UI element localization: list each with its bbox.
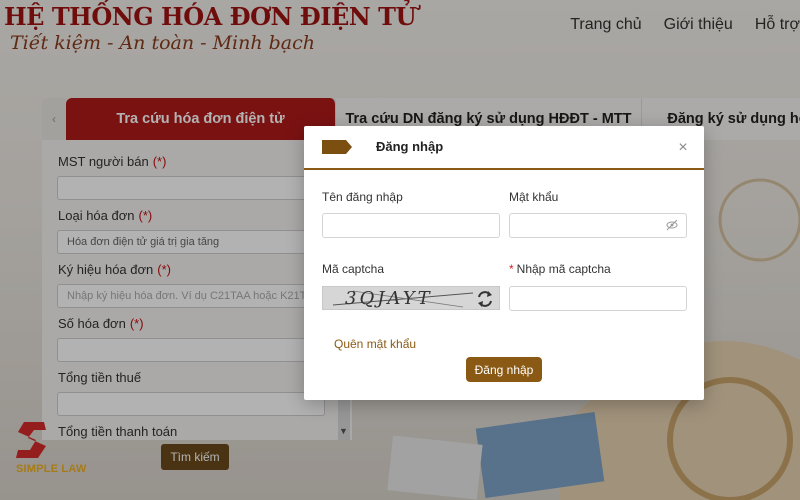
tab-invoice-lookup[interactable]: Tra cứu hóa đơn điện tử xyxy=(66,98,336,140)
search-button[interactable]: Tìm kiếm xyxy=(161,444,229,470)
captcha-label: Mã captcha xyxy=(322,262,385,276)
nav-home[interactable]: Trang chủ xyxy=(570,16,641,34)
top-nav: Trang chủ Giới thiệu Hỗ trợ xyxy=(570,16,800,34)
invoice-symbol-input[interactable]: Nhập ký hiệu hóa đơn. Ví dụ C21TAA hoặc … xyxy=(57,284,325,308)
username-label: Tên đăng nhập xyxy=(322,190,403,204)
close-icon[interactable]: × xyxy=(675,140,691,156)
invoice-symbol-label: Ký hiệu hóa đơn (*) xyxy=(58,262,171,277)
caret-down-icon: ▼ xyxy=(339,426,348,436)
total-payment-label: Tổng tiền thanh toán xyxy=(58,424,178,439)
total-tax-label: Tổng tiền thuế xyxy=(58,370,142,385)
total-tax-input[interactable] xyxy=(57,392,325,416)
site-title: HỆ THỐNG HÓA ĐƠN ĐIỆN TỬ xyxy=(4,2,416,31)
flag-icon xyxy=(322,140,352,154)
refresh-icon[interactable] xyxy=(475,289,495,309)
tab-scroll-left[interactable]: ‹ xyxy=(42,98,66,140)
captcha-text: 3QJAYT xyxy=(345,288,433,309)
chevron-left-icon: ‹ xyxy=(52,112,56,126)
simple-law-logo xyxy=(16,422,46,458)
watermark-brand: SIMPLE LAW xyxy=(16,463,87,475)
login-button[interactable]: Đăng nhập xyxy=(466,357,542,382)
captcha-image: 3QJAYT xyxy=(322,286,500,310)
captcha-input[interactable] xyxy=(509,286,687,311)
login-modal: Đăng nhập × Tên đăng nhập Mật khẩu Mã ca… xyxy=(304,126,704,400)
modal-title: Đăng nhập xyxy=(376,139,444,154)
nav-about[interactable]: Giới thiệu xyxy=(664,16,733,34)
invoice-type-select[interactable]: Hóa đơn điện tử giá trị gia tăng xyxy=(57,230,325,254)
username-input[interactable] xyxy=(322,213,500,238)
seller-tax-code-input[interactable] xyxy=(57,176,325,200)
password-label: Mật khẩu xyxy=(509,190,559,204)
invoice-type-label: Loại hóa đơn (*) xyxy=(58,208,153,223)
eye-slash-icon[interactable] xyxy=(666,219,678,231)
nav-support[interactable]: Hỗ trợ xyxy=(755,16,800,34)
forgot-password-link[interactable]: Quên mật khẩu xyxy=(334,337,416,351)
password-input[interactable] xyxy=(509,213,687,238)
seller-tax-code-label: MST người bán (*) xyxy=(58,154,167,169)
invoice-number-input[interactable] xyxy=(57,338,325,362)
modal-header: Đăng nhập × xyxy=(304,126,704,170)
site-slogan: Tiết kiệm - An toàn - Minh bạch xyxy=(10,32,316,54)
invoice-number-label: Số hóa đơn (*) xyxy=(58,316,144,331)
captcha-input-label: * Nhập mã captcha xyxy=(509,262,611,276)
